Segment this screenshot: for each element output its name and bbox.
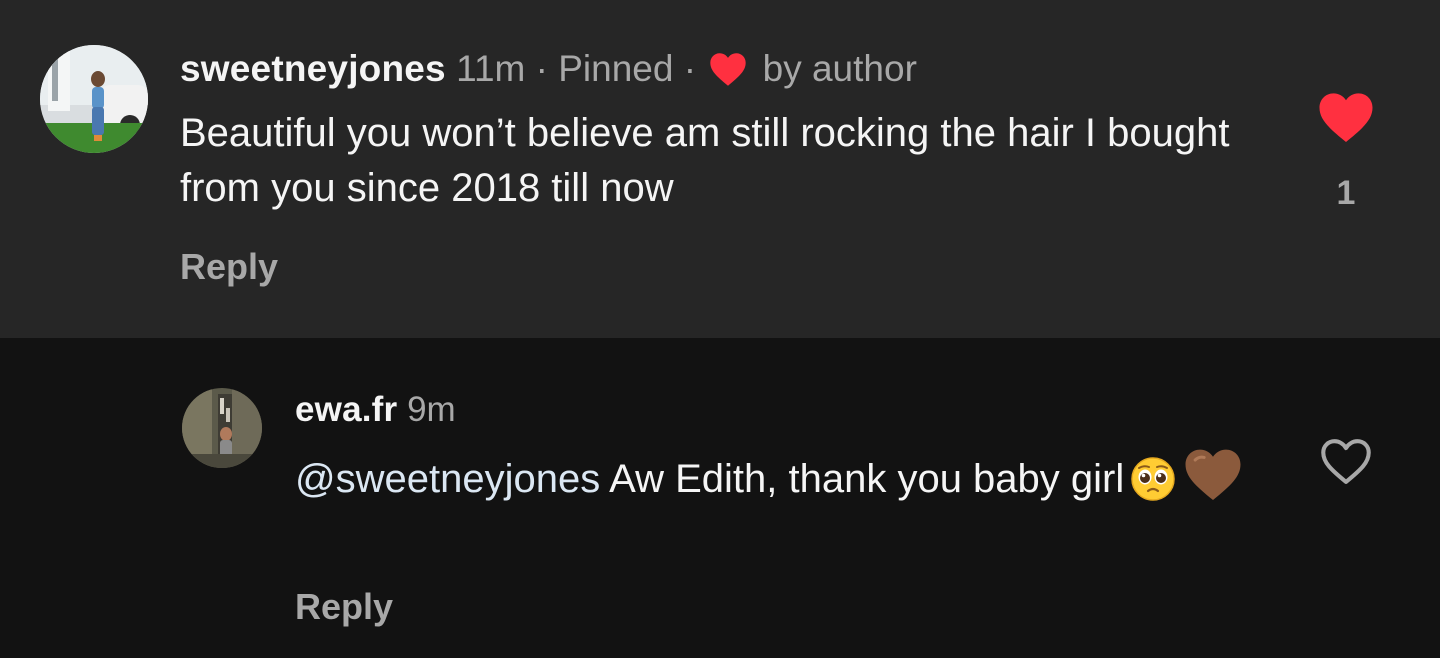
separator: · [683,48,697,89]
profile-photo-icon [40,45,148,153]
ewa-fr-avatar[interactable] [182,388,262,468]
separator: · [535,48,548,89]
reply-button[interactable]: Reply [180,245,278,289]
pinned-comment-meta: sweetneyjones 11m · Pinned · by author [180,47,917,91]
pleading-face-emoji-icon [1130,456,1176,517]
timestamp: 11m [456,48,526,89]
sweetneyjones-avatar[interactable] [40,45,148,153]
username[interactable]: sweetneyjones [180,48,446,89]
timestamp: 9m [407,390,456,429]
reply-button[interactable]: Reply [295,585,393,629]
mention-link[interactable]: @sweetneyjones [295,457,600,501]
brown-heart-emoji-icon [1182,446,1244,517]
like-button[interactable] [1318,436,1374,486]
comment-text: @sweetneyjones Aw Edith, thank you baby … [295,446,1275,517]
pinned-label: Pinned [558,48,674,89]
profile-photo-icon [182,388,262,468]
comment-text: Beautiful you won’t believe am still roc… [180,111,1230,210]
reply-text: Aw Edith, thank you baby girl [600,457,1125,501]
pinned-comment: sweetneyjones 11m · Pinned · by author B… [0,0,1440,338]
heart-filled-icon [1319,93,1373,143]
reply-comment: ewa.fr 9m @sweetneyjones Aw Edith, thank… [0,338,1440,658]
liked-by-author-heart-icon [710,53,747,86]
reply-comment-meta: ewa.fr 9m [295,388,456,432]
username[interactable]: ewa.fr [295,390,397,429]
liked-by-author-label: by author [762,48,917,89]
heart-outline-icon [1321,439,1371,484]
like-count[interactable]: 1 [1320,173,1372,213]
like-button[interactable] [1316,90,1376,144]
